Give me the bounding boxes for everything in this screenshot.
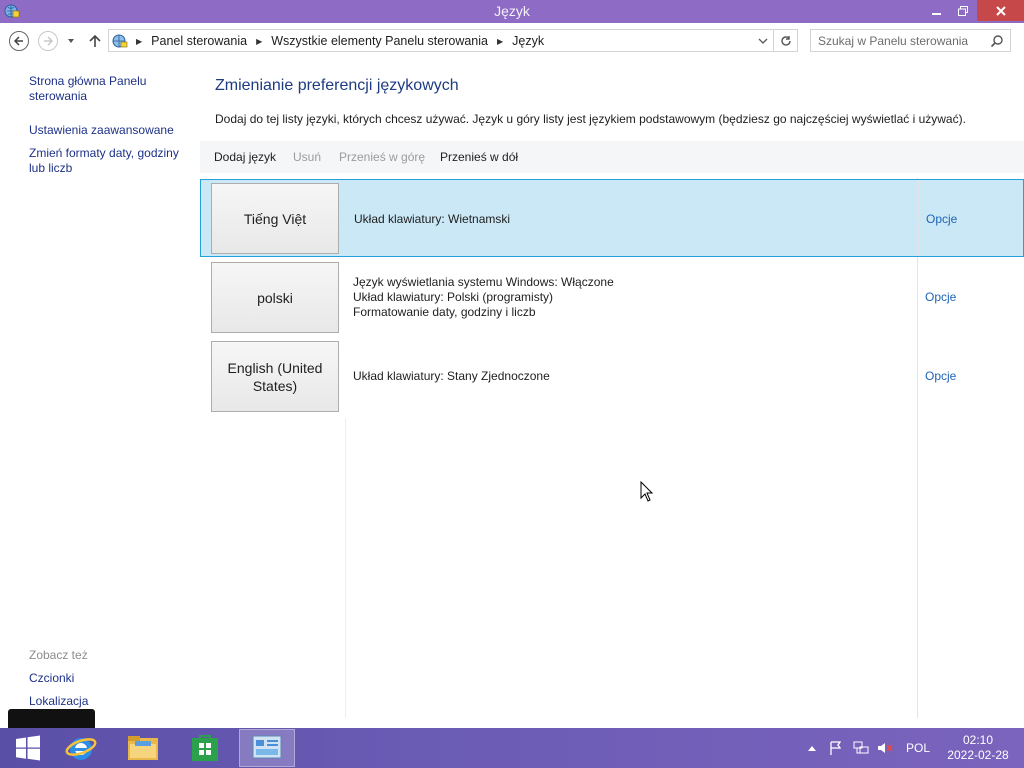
clock-time: 02:10 (962, 733, 994, 747)
options-link[interactable]: Opcje (926, 212, 957, 226)
show-hidden-icons-button[interactable] (803, 728, 821, 768)
language-list: Tiếng Việt Układ klawiatury: Wietnamski … (200, 178, 1024, 728)
language-row-polish[interactable]: polski Język wyświetlania systemu Window… (200, 258, 1024, 336)
up-arrow-icon[interactable] (87, 33, 103, 49)
minimize-icon (932, 12, 941, 15)
taskbar-control-panel[interactable] (239, 729, 295, 767)
advanced-settings-link[interactable]: Ustawienia zaawansowane (29, 123, 194, 138)
refresh-button[interactable] (774, 29, 798, 52)
window-title: Język (494, 3, 530, 19)
control-panel-icon (112, 34, 128, 48)
language-details: Język wyświetlania systemu Windows: Włąc… (353, 275, 614, 320)
language-tile[interactable]: English (United States) (211, 341, 339, 412)
store-icon (192, 735, 218, 761)
column-divider (345, 418, 346, 718)
clock[interactable]: 02:10 2022-02-28 (940, 733, 1016, 763)
arrow-left-icon (13, 36, 23, 46)
language-detail-line: Formatowanie daty, godziny i liczb (353, 305, 536, 319)
minimize-button[interactable] (924, 0, 950, 21)
taskbar-file-explorer[interactable] (115, 729, 171, 767)
language-tile[interactable]: polski (211, 262, 339, 333)
taskbar-internet-explorer[interactable] (53, 729, 109, 767)
internet-explorer-icon (65, 738, 97, 760)
control-panel-icon (252, 735, 282, 759)
breadcrumb-language[interactable]: Język (512, 34, 544, 48)
action-center-icon[interactable] (826, 728, 846, 768)
title-bar: Język (0, 0, 1024, 23)
fonts-link[interactable]: Czcionki (29, 671, 194, 686)
volume-muted-icon[interactable] (874, 728, 896, 768)
move-up-button[interactable]: Przenieś w górę (339, 150, 425, 164)
language-row-vietnamese[interactable]: Tiếng Việt Układ klawiatury: Wietnamski … (200, 179, 1024, 257)
add-language-button[interactable]: Dodaj język (214, 150, 276, 164)
language-tile[interactable]: Tiếng Việt (211, 183, 339, 254)
close-button[interactable] (977, 0, 1024, 21)
page-title: Zmienianie preferencji językowych (215, 77, 459, 94)
restore-icon (958, 5, 968, 16)
language-detail-line: Język wyświetlania systemu Windows: Włąc… (353, 275, 614, 289)
breadcrumb-separator-icon[interactable]: ▶ (256, 37, 262, 46)
language-detail-line: Układ klawiatury: Polski (programisty) (353, 290, 554, 304)
refresh-icon (780, 35, 791, 46)
chevron-down-icon[interactable] (757, 35, 769, 47)
network-icon (853, 741, 869, 754)
speaker-muted-icon (878, 743, 893, 753)
flag-icon (830, 741, 842, 755)
maximize-button[interactable] (950, 0, 976, 21)
clock-date: 2022-02-28 (947, 748, 1009, 762)
windows-logo-icon (16, 735, 40, 761)
start-button[interactable] (0, 729, 56, 767)
mouse-cursor-icon (640, 481, 654, 502)
network-icon[interactable] (850, 728, 872, 768)
breadcrumb-separator-icon[interactable]: ▶ (497, 37, 503, 46)
breadcrumb-separator-icon[interactable]: ▶ (136, 37, 142, 46)
move-down-button[interactable]: Przenieś w dół (440, 150, 518, 164)
control-panel-home-link[interactable]: Strona główna Panelu sterowania (29, 74, 194, 104)
folder-icon (128, 736, 158, 760)
breadcrumb-control-panel[interactable]: Panel sterowania (151, 34, 247, 48)
search-box[interactable] (810, 29, 1011, 52)
language-row-english[interactable]: English (United States) Układ klawiatury… (200, 337, 1024, 415)
options-link[interactable]: Opcje (925, 369, 956, 383)
language-details: Układ klawiatury: Stany Zjednoczone (353, 369, 550, 384)
see-also-heading: Zobacz też (29, 648, 88, 662)
recent-locations-dropdown-icon[interactable] (65, 35, 77, 47)
search-input[interactable] (811, 30, 986, 51)
address-bar[interactable]: ▶ Panel sterowania ▶ Wszystkie elementy … (108, 29, 774, 52)
remove-button[interactable]: Usuń (293, 150, 321, 164)
location-link[interactable]: Lokalizacja (29, 694, 194, 709)
task-pane: Strona główna Panelu sterowania Ustawien… (0, 59, 200, 728)
forward-button[interactable] (38, 31, 58, 51)
search-icon[interactable] (990, 34, 1004, 48)
language-detail-line: Układ klawiatury: Stany Zjednoczone (353, 369, 550, 383)
language-detail-line: Układ klawiatury: Wietnamski (354, 212, 511, 226)
chevron-up-icon (808, 746, 816, 751)
close-icon (995, 5, 1006, 16)
language-toolbar: Dodaj język Usuń Przenieś w górę Przenie… (200, 141, 1024, 173)
language-details: Układ klawiatury: Wietnamski (354, 212, 510, 227)
charms-hint (8, 709, 95, 728)
column-divider (918, 180, 919, 256)
breadcrumb: ▶ Panel sterowania ▶ Wszystkie elementy … (133, 34, 544, 48)
input-language-indicator[interactable]: POL (900, 728, 936, 768)
change-formats-link[interactable]: Zmień formaty daty, godziny lub liczb (29, 146, 194, 176)
taskbar: POL 02:10 2022-02-28 (0, 728, 1024, 768)
taskbar-store[interactable] (177, 729, 233, 767)
options-link[interactable]: Opcje (925, 290, 956, 304)
back-button[interactable] (9, 31, 29, 51)
page-description: Dodaj do tej listy języki, których chces… (215, 112, 966, 126)
arrow-right-icon (44, 36, 54, 46)
breadcrumb-all-items[interactable]: Wszystkie elementy Panelu sterowania (271, 34, 488, 48)
navigation-bar: ▶ Panel sterowania ▶ Wszystkie elementy … (0, 23, 1024, 59)
